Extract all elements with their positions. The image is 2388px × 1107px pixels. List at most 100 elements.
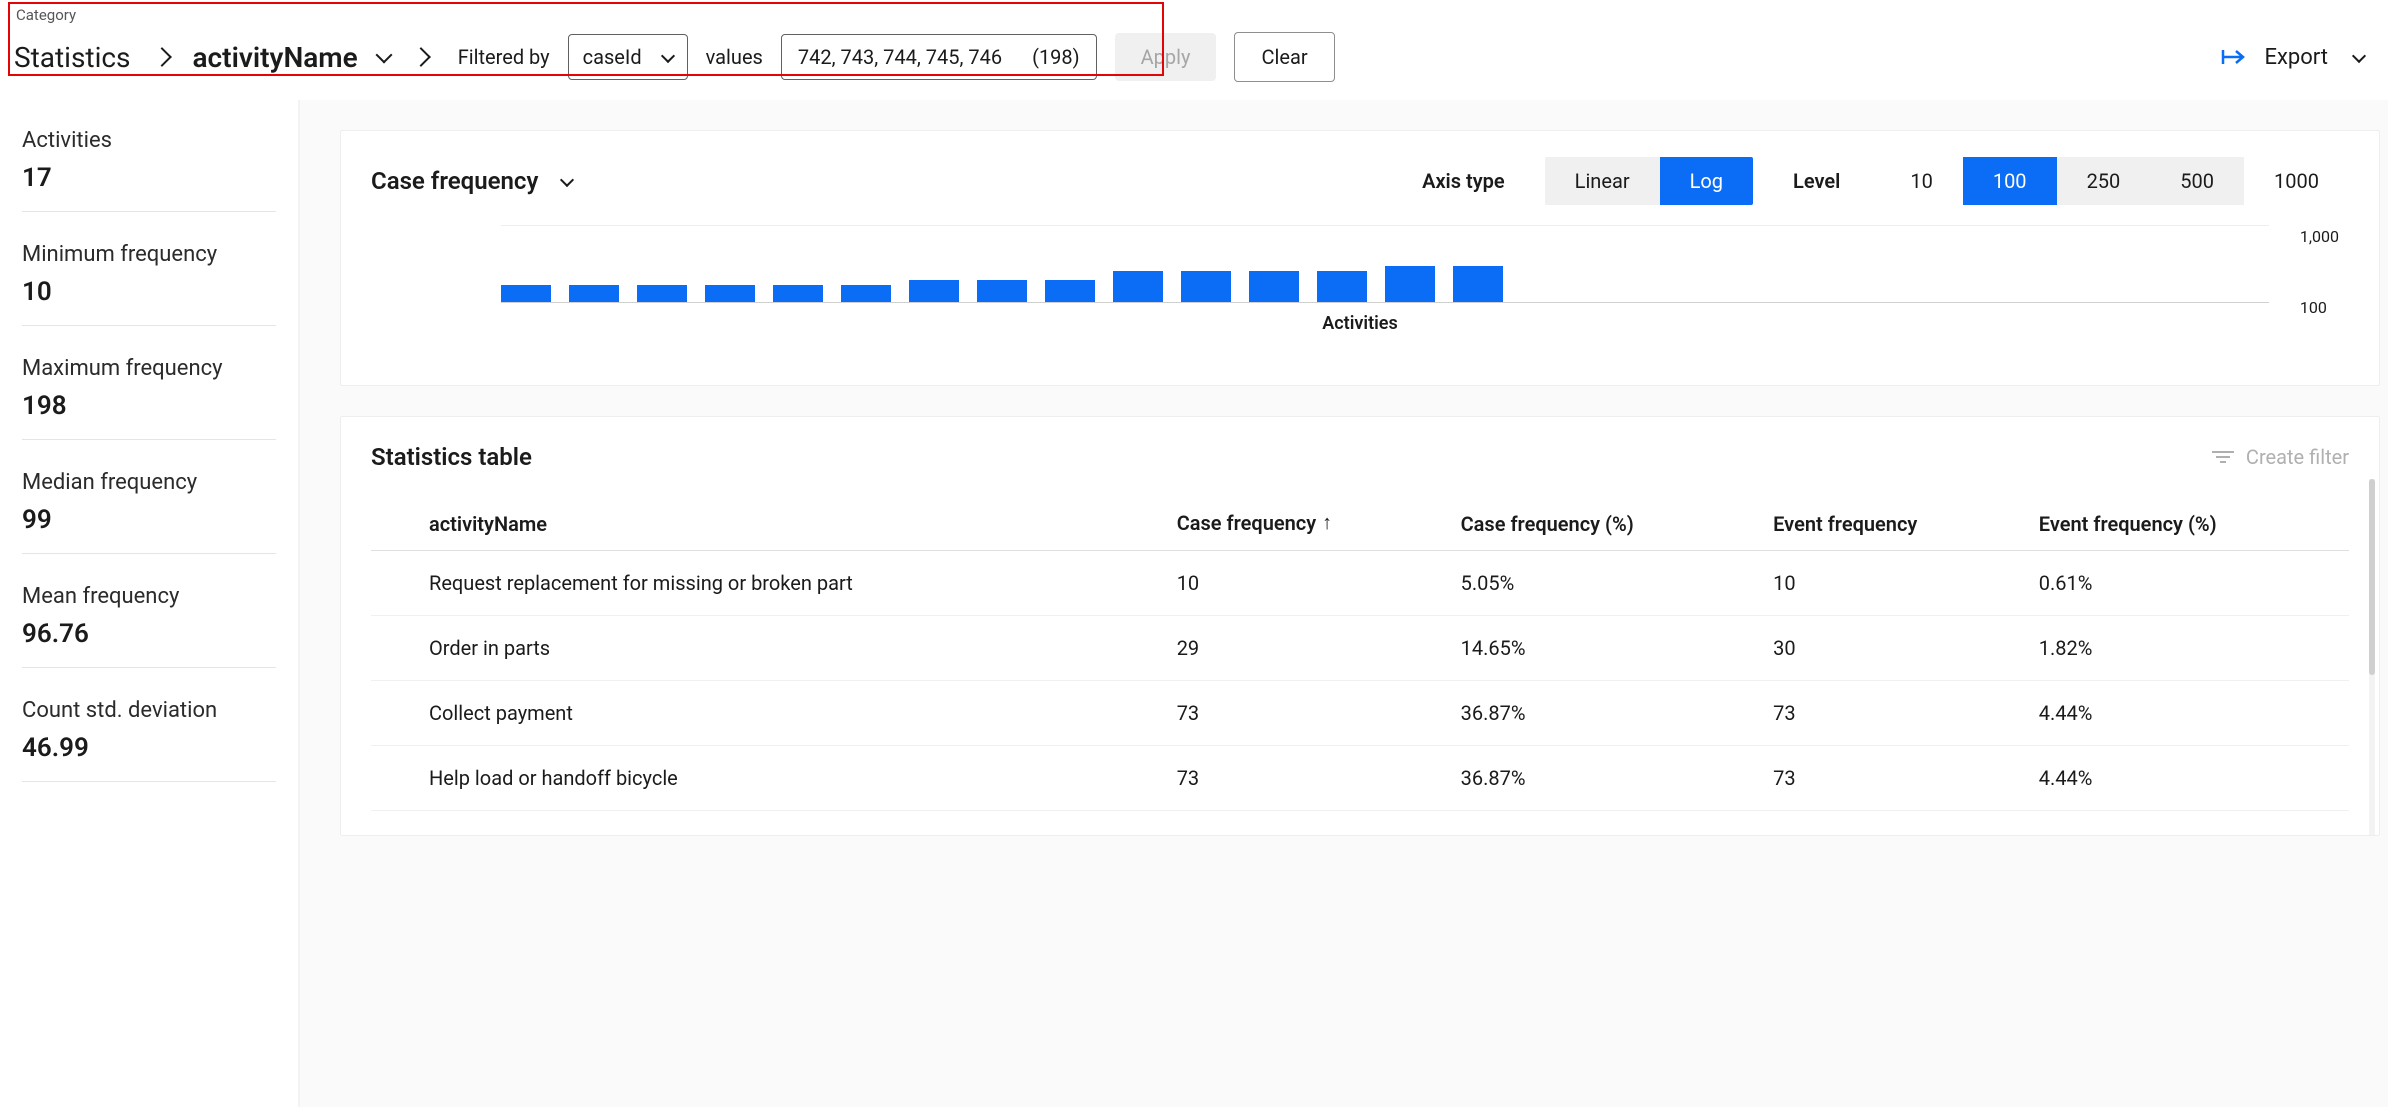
scrollbar-thumb[interactable] xyxy=(2369,479,2375,675)
chart-x-label: Activities xyxy=(371,313,2349,334)
table-cell: 29 xyxy=(1167,616,1451,681)
filter-values-count: (198) xyxy=(1032,45,1080,69)
table-header[interactable]: Case frequency (%) xyxy=(1451,495,1764,551)
table-cell: 73 xyxy=(1763,681,2029,746)
sidebar-stat: Median frequency 99 xyxy=(22,470,276,554)
table-card: Statistics table Create filter activityN… xyxy=(340,416,2380,836)
stat-value: 99 xyxy=(22,505,276,554)
table-cell: 73 xyxy=(1763,746,2029,811)
sidebar-stat: Mean frequency 96.76 xyxy=(22,584,276,668)
table-header[interactable]: Event frequency (%) xyxy=(2029,495,2349,551)
chart-bar[interactable] xyxy=(841,285,891,302)
level-option-500[interactable]: 500 xyxy=(2150,157,2244,205)
breadcrumb: Statistics activityName xyxy=(14,41,432,74)
table-cell: 1.82% xyxy=(2029,616,2349,681)
values-label: values xyxy=(706,45,763,69)
chart-bar[interactable] xyxy=(705,285,755,302)
filter-icon xyxy=(2212,448,2234,466)
table-cell: Request replacement for missing or broke… xyxy=(371,551,1167,616)
table-row[interactable]: Help load or handoff bicycle7336.87%734.… xyxy=(371,746,2349,811)
filter-values-input[interactable]: 742, 743, 744, 745, 746 (198) xyxy=(781,34,1097,80)
level-option-250[interactable]: 250 xyxy=(2057,157,2151,205)
chart-y-ticks: 1,000 100 xyxy=(2300,227,2339,317)
create-filter-label: Create filter xyxy=(2246,445,2349,469)
stat-value: 10 xyxy=(22,277,276,326)
chevron-down-icon xyxy=(2352,48,2366,62)
table-header-row: activityNameCase frequency↑Case frequenc… xyxy=(371,495,2349,551)
chart-bar[interactable] xyxy=(977,280,1027,302)
create-filter-button[interactable]: Create filter xyxy=(2212,445,2349,469)
table-cell: Order in parts xyxy=(371,616,1167,681)
chart-bar[interactable] xyxy=(1385,266,1435,302)
apply-button[interactable]: Apply xyxy=(1115,33,1217,81)
table-title: Statistics table xyxy=(371,443,532,471)
chart-bars xyxy=(501,231,2269,303)
filter-column-value: caseId xyxy=(583,45,642,69)
table-row[interactable]: Order in parts2914.65%301.82% xyxy=(371,616,2349,681)
breadcrumb-root[interactable]: Statistics xyxy=(14,41,131,74)
filtered-by-label: Filtered by xyxy=(458,45,550,69)
stat-value: 46.99 xyxy=(22,733,276,782)
chart-bar[interactable] xyxy=(773,285,823,302)
filter-group: Filtered by caseId values 742, 743, 744,… xyxy=(458,32,1335,82)
table-cell: Help load or handoff bicycle xyxy=(371,746,1167,811)
sidebar-stat: Activities 17 xyxy=(22,128,276,212)
chart-bar[interactable] xyxy=(501,285,551,302)
stat-label: Mean frequency xyxy=(22,584,276,609)
table-cell: 10 xyxy=(1167,551,1451,616)
sort-arrow-up-icon: ↑ xyxy=(1322,510,1332,535)
chart-bar[interactable] xyxy=(1113,271,1163,302)
chart-bar[interactable] xyxy=(909,280,959,302)
stat-label: Median frequency xyxy=(22,470,276,495)
export-button[interactable]: Export xyxy=(2220,45,2364,70)
chart-bar[interactable] xyxy=(1453,266,1503,302)
table-header[interactable]: activityName xyxy=(371,495,1167,551)
y-tick: 100 xyxy=(2300,298,2339,317)
table-cell: 36.87% xyxy=(1451,746,1764,811)
stat-label: Count std. deviation xyxy=(22,698,276,723)
filter-column-select[interactable]: caseId xyxy=(568,34,688,80)
axis-option-log[interactable]: Log xyxy=(1660,157,1753,205)
table-cell: 73 xyxy=(1167,746,1451,811)
toolbar: Category Statistics activityName Filtere… xyxy=(0,0,2388,100)
table-cell: 5.05% xyxy=(1451,551,1764,616)
table-cell: 0.61% xyxy=(2029,551,2349,616)
chevron-right-icon xyxy=(411,47,431,67)
stat-value: 198 xyxy=(22,391,276,440)
stat-value: 96.76 xyxy=(22,619,276,668)
axis-option-linear[interactable]: Linear xyxy=(1545,157,1660,205)
table-header[interactable]: Event frequency xyxy=(1763,495,2029,551)
table-row[interactable]: Request replacement for missing or broke… xyxy=(371,551,2349,616)
chart-bar[interactable] xyxy=(1249,271,1299,302)
stats-table: activityNameCase frequency↑Case frequenc… xyxy=(371,495,2349,811)
level-option-1000[interactable]: 1000 xyxy=(2244,157,2349,205)
export-label: Export xyxy=(2264,45,2328,70)
level-option-10[interactable]: 10 xyxy=(1880,157,1962,205)
stat-value: 17 xyxy=(22,163,276,212)
chart-card: Case frequency Axis type LinearLog Level… xyxy=(340,130,2380,386)
chart-bar[interactable] xyxy=(1317,271,1367,302)
table-header[interactable]: Case frequency↑ xyxy=(1167,495,1451,551)
category-label: Category xyxy=(16,6,76,24)
level-label: Level xyxy=(1793,169,1840,193)
chart-bar[interactable] xyxy=(569,285,619,302)
table-cell: 4.44% xyxy=(2029,746,2349,811)
chevron-right-icon xyxy=(152,47,172,67)
chevron-down-icon xyxy=(560,172,574,186)
clear-button[interactable]: Clear xyxy=(1234,32,1334,82)
chart-bar[interactable] xyxy=(637,285,687,302)
table-cell: 4.44% xyxy=(2029,681,2349,746)
chevron-down-icon[interactable] xyxy=(375,47,392,64)
table-cell: Collect payment xyxy=(371,681,1167,746)
chevron-down-icon xyxy=(661,48,675,62)
table-scrollbar[interactable] xyxy=(2369,479,2375,835)
chart-title-dropdown[interactable]: Case frequency xyxy=(371,167,572,195)
chart-bar[interactable] xyxy=(1181,271,1231,302)
table-cell: 10 xyxy=(1763,551,2029,616)
table-row[interactable]: Collect payment7336.87%734.44% xyxy=(371,681,2349,746)
chart-bar[interactable] xyxy=(1045,280,1095,302)
level-option-100[interactable]: 100 xyxy=(1963,157,2057,205)
main-content: Case frequency Axis type LinearLog Level… xyxy=(300,100,2388,1107)
table-cell: 30 xyxy=(1763,616,2029,681)
breadcrumb-current[interactable]: activityName xyxy=(193,41,358,74)
